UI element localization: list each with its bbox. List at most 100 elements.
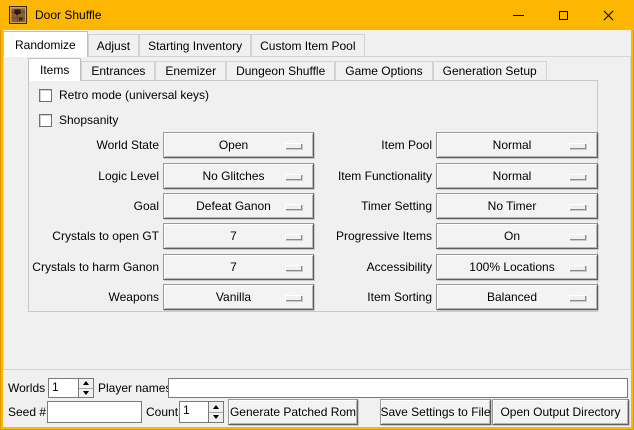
subtab-dungeon-shuffle[interactable]: Dungeon Shuffle: [226, 61, 335, 80]
subtab-enemizer[interactable]: Enemizer: [155, 61, 226, 80]
dropdown-value: 100% Locations: [469, 260, 554, 274]
subtab-items[interactable]: Items: [28, 58, 81, 81]
item-functionality-dropdown[interactable]: Normal: [436, 163, 598, 189]
tab-label: Enemizer: [165, 64, 216, 78]
dropdown-value: Open: [219, 138, 248, 152]
spin-down-button[interactable]: [209, 412, 223, 423]
dropdown-indicator-icon: [569, 204, 586, 210]
checkbox-label: Retro mode (universal keys): [59, 88, 209, 102]
crystals-harm-ganon-dropdown[interactable]: 7: [163, 254, 314, 280]
dropdown-value: No Glitches: [202, 169, 264, 183]
timer-setting-dropdown[interactable]: No Timer: [436, 193, 598, 219]
count-spin-buttons: [208, 402, 223, 422]
spin-up-button[interactable]: [209, 402, 223, 412]
tab-adjust[interactable]: Adjust: [88, 34, 139, 56]
dropdown-indicator-icon: [285, 143, 302, 149]
spin-down-button[interactable]: [79, 388, 93, 398]
logic-level-dropdown[interactable]: No Glitches: [163, 163, 314, 189]
tab-label: Game Options: [345, 64, 422, 78]
tab-label: Dungeon Shuffle: [236, 64, 325, 78]
dropdown-value: On: [504, 229, 520, 243]
progressive-items-label: Progressive Items: [309, 223, 432, 249]
open-output-directory-button[interactable]: Open Output Directory: [492, 399, 629, 425]
weapons-dropdown[interactable]: Vanilla: [163, 284, 314, 310]
close-icon: [603, 10, 614, 21]
subtab-entrances[interactable]: Entrances: [81, 61, 155, 80]
minimize-button[interactable]: [496, 0, 541, 30]
player-names-input[interactable]: [168, 378, 628, 398]
title-bar: Door Shuffle: [0, 0, 634, 30]
crystals-harm-ganon-label: Crystals to harm Ganon: [31, 254, 159, 280]
dropdown-value: Defeat Ganon: [196, 199, 271, 213]
dropdown-value: Normal: [493, 169, 532, 183]
count-label: Count: [146, 402, 178, 422]
subtab-generation-setup[interactable]: Generation Setup: [433, 61, 547, 80]
world-state-label: World State: [31, 132, 159, 158]
tab-label: Adjust: [97, 39, 130, 53]
item-pool-dropdown[interactable]: Normal: [436, 132, 598, 158]
dropdown-indicator-icon: [285, 295, 302, 301]
worlds-spin-buttons: [78, 379, 93, 397]
player-names-label: Player names: [98, 378, 171, 398]
timer-setting-label: Timer Setting: [309, 193, 432, 219]
seed-input[interactable]: [47, 401, 142, 423]
maximize-button[interactable]: [541, 0, 586, 30]
arrow-up-icon: [83, 381, 89, 385]
tab-custom-item-pool[interactable]: Custom Item Pool: [251, 34, 364, 56]
dropdown-value: No Timer: [488, 199, 537, 213]
dropdown-indicator-icon: [569, 234, 586, 240]
item-sorting-label: Item Sorting: [309, 284, 432, 310]
dropdown-value: 7: [230, 260, 237, 274]
dropdown-indicator-icon: [285, 265, 302, 271]
tab-label: Randomize: [15, 38, 76, 52]
app-window: Door Shuffle Randomize Adjust Starting I…: [0, 0, 634, 430]
window-title: Door Shuffle: [35, 8, 102, 22]
dropdown-value: Normal: [493, 138, 532, 152]
dropdown-indicator-icon: [285, 234, 302, 240]
progressive-items-dropdown[interactable]: On: [436, 223, 598, 249]
sub-tab-bar: Items Entrances Enemizer Dungeon Shuffle…: [28, 58, 547, 80]
dropdown-indicator-icon: [569, 143, 586, 149]
dropdown-indicator-icon: [569, 295, 586, 301]
maximize-icon: [559, 11, 568, 20]
items-tab-pane: Retro mode (universal keys) Shopsanity W…: [28, 80, 598, 312]
tab-starting-inventory[interactable]: Starting Inventory: [139, 34, 251, 56]
dropdown-indicator-icon: [569, 265, 586, 271]
dropdown-value: Vanilla: [216, 290, 251, 304]
shopsanity-checkbox[interactable]: Shopsanity: [39, 113, 118, 127]
close-button[interactable]: [586, 0, 631, 30]
save-settings-button[interactable]: Save Settings to File: [380, 399, 491, 425]
dropdown-indicator-icon: [285, 204, 302, 210]
subtab-game-options[interactable]: Game Options: [335, 61, 432, 80]
item-pool-label: Item Pool: [309, 132, 432, 158]
spin-up-button[interactable]: [79, 379, 93, 388]
worlds-value: 1: [49, 379, 78, 397]
minimize-icon: [513, 15, 524, 16]
window-controls: [496, 0, 631, 30]
worlds-spinbox[interactable]: 1: [48, 378, 94, 398]
world-state-dropdown[interactable]: Open: [163, 132, 314, 158]
tab-label: Starting Inventory: [148, 39, 242, 53]
dropdown-indicator-icon: [285, 174, 302, 180]
tab-randomize[interactable]: Randomize: [3, 31, 88, 57]
goal-label: Goal: [31, 193, 159, 219]
crystals-open-gt-label: Crystals to open GT: [31, 223, 159, 249]
accessibility-dropdown[interactable]: 100% Locations: [436, 254, 598, 280]
tab-label: Custom Item Pool: [260, 39, 355, 53]
door-icon: [9, 6, 27, 24]
item-sorting-dropdown[interactable]: Balanced: [436, 284, 598, 310]
item-functionality-label: Item Functionality: [309, 163, 432, 189]
dropdown-value: Balanced: [487, 290, 537, 304]
weapons-label: Weapons: [31, 284, 159, 310]
goal-dropdown[interactable]: Defeat Ganon: [163, 193, 314, 219]
generate-patched-rom-button[interactable]: Generate Patched Rom: [228, 399, 358, 425]
arrow-down-icon: [83, 391, 89, 395]
accessibility-label: Accessibility: [309, 254, 432, 280]
tab-label: Entrances: [91, 64, 145, 78]
checkbox-label: Shopsanity: [59, 113, 118, 127]
retro-mode-checkbox[interactable]: Retro mode (universal keys): [39, 88, 209, 102]
count-spinbox[interactable]: 1: [179, 401, 224, 423]
crystals-open-gt-dropdown[interactable]: 7: [163, 223, 314, 249]
arrow-up-icon: [213, 405, 219, 409]
arrow-down-icon: [213, 415, 219, 419]
